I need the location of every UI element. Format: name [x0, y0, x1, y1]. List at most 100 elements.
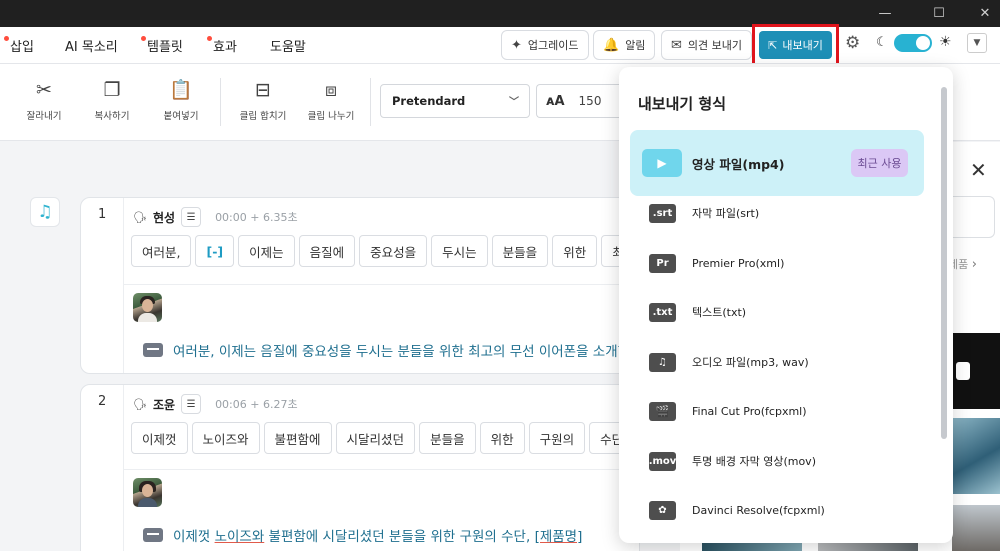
clip-gutter [123, 385, 124, 551]
word-chip[interactable]: 이제는 [238, 235, 295, 267]
copy-icon: ❐ [103, 79, 121, 101]
menu-effects[interactable]: 효과 [207, 36, 237, 55]
word-chip[interactable]: 분들을 [419, 422, 476, 454]
srt-file-icon: .srt [649, 203, 676, 223]
chevron-down-icon[interactable]: ▼ [967, 33, 987, 53]
cut-button[interactable]: ✂ 잘라내기 [12, 78, 76, 122]
sparkle-icon: ✦ [511, 37, 522, 53]
speaker-name[interactable]: 조윤 [153, 396, 175, 413]
subtitle-line[interactable]: 여러분, 이제는 음질에 중요성을 두시는 분들을 위한 최고의 무선 이어폰을… [143, 340, 630, 360]
export-option-label: 투명 배경 자막 영상(mov) [692, 455, 816, 468]
theme-toggle[interactable] [894, 34, 932, 52]
subtitle-highlight: 노이즈와 [214, 529, 265, 545]
mail-icon: ✉ [671, 37, 682, 53]
word-chip[interactable]: 불편함에 [263, 422, 332, 454]
menu-insert[interactable]: 삽입 [4, 36, 34, 55]
word-chip[interactable]: 중요성을 [359, 235, 428, 267]
copy-button[interactable]: ❐ 복사하기 [80, 78, 144, 122]
sun-icon: ☀ [939, 34, 952, 50]
sliders-icon[interactable]: ☰ [181, 207, 202, 227]
video-thumbnail[interactable] [952, 418, 1000, 494]
subtitle-segment: 불편함에 시달리셨던 분들을 위한 구원의 수단, [264, 529, 535, 545]
paste-button[interactable]: 📋 붙여넣기 [149, 78, 213, 122]
video-thumbnail[interactable] [952, 505, 1000, 551]
subtitle-icon [143, 343, 163, 357]
font-size-select[interactable]: ᴀA 150 [536, 84, 620, 118]
word-chips: 이제껏 노이즈와 불편함에 시달리셨던 분들을 위한 구원의 수단, [131, 422, 639, 454]
speaker-icon: 🗣 [133, 210, 147, 224]
cut-label: 잘라내기 [26, 111, 62, 122]
scissors-icon: ✂ [36, 79, 52, 101]
moon-icon: ☾ [876, 35, 888, 50]
split-clip-button[interactable]: ⧈ 클립 나누기 [299, 78, 363, 122]
word-chip[interactable]: 분들을 [491, 235, 549, 267]
export-option-label: 자막 파일(srt) [692, 207, 760, 220]
subtitle-line[interactable]: 이제껏 노이즈와 불편함에 시달리셨던 분들을 위한 구원의 수단, [제품명] [143, 525, 582, 545]
menu-help[interactable]: 도움말 [270, 36, 306, 55]
word-chip[interactable]: 두시는 [431, 235, 488, 267]
copy-label: 복사하기 [94, 111, 130, 122]
davinci-resolve-icon: ✿ [649, 500, 676, 520]
speaker-name[interactable]: 현성 [153, 209, 175, 226]
export-option-label: Davinci Resolve(fcpxml) [692, 503, 825, 517]
subtitle-segment: 이제껏 [173, 529, 215, 545]
export-option-davinci[interactable]: ✿ Davinci Resolve(fcpxml) [630, 477, 924, 543]
alerts-button[interactable]: 🔔 알림 [593, 30, 656, 60]
close-icon[interactable]: ✕ [970, 158, 987, 182]
clipboard-icon: 📋 [169, 79, 193, 101]
upgrade-button[interactable]: ✦ 업그레이드 [501, 30, 589, 60]
export-icon: ⇱ [768, 38, 778, 52]
close-icon[interactable]: ✕ [962, 0, 1000, 27]
merge-icon: ⊟ [255, 79, 271, 101]
scrollbar[interactable] [941, 87, 947, 439]
clip-number: 2 [98, 394, 107, 409]
menu-effects-label: 효과 [213, 40, 237, 55]
word-chip[interactable]: 위한 [552, 235, 598, 267]
subtitle-icon [143, 528, 163, 542]
word-chip[interactable]: 여러분, [131, 235, 192, 267]
font-size-icon: ᴀA [546, 93, 565, 109]
split-clip-label: 클립 나누기 [307, 111, 355, 122]
subtitle-text: 여러분, 이제는 음질에 중요성을 두시는 분들을 위한 최고의 무선 이어폰을… [173, 344, 631, 360]
toolbar-divider [370, 78, 371, 126]
sliders-icon[interactable]: ☰ [181, 394, 202, 414]
bell-icon: 🔔 [603, 37, 620, 53]
clip-card[interactable]: 2 🗣 조윤 ☰ 00:06 + 6.27초 이제껏 노이즈와 불편함에 시달리… [80, 384, 640, 551]
minimize-icon[interactable]: — [862, 0, 908, 27]
pause-tag-chip[interactable]: [-] [195, 235, 235, 267]
export-button[interactable]: ⇱ 내보내기 [759, 31, 832, 59]
feedback-label: 의견 보내기 [687, 39, 743, 52]
export-option-label: 오디오 파일(mp3, wav) [692, 356, 809, 369]
word-chip[interactable]: 음질에 [298, 235, 356, 267]
font-select[interactable]: Pretendard ﹀ [380, 84, 530, 118]
chevron-right-icon[interactable]: › [972, 257, 977, 272]
subtitle-text: 이제껏 노이즈와 불편함에 시달리셨던 분들을 위한 구원의 수단, [제품명] [173, 525, 582, 545]
word-chip[interactable]: 구원의 [528, 422, 586, 454]
word-chips: 여러분, [-] 이제는 음질에 중요성을 두시는 분들을 위한 최고 [131, 235, 639, 267]
menu-ai-voice[interactable]: AI 목소리 [65, 36, 118, 55]
toolbar-divider [220, 78, 221, 126]
word-chip[interactable]: 노이즈와 [191, 422, 260, 454]
clip-card[interactable]: 1 🗣 현성 ☰ 00:00 + 6.35초 여러분, [-] 이제는 음질에 … [80, 197, 640, 374]
split-icon: ⧈ [324, 79, 338, 101]
word-chip[interactable]: 시달리셨던 [335, 422, 416, 454]
paste-label: 붙여넣기 [163, 111, 199, 122]
gear-icon[interactable]: ⚙ [845, 33, 860, 53]
font-size-value: 150 [578, 94, 602, 108]
window-title-bar: — ☐ ✕ [0, 0, 1000, 27]
word-chip[interactable]: 위한 [479, 422, 525, 454]
music-note-icon[interactable]: ♫ [30, 197, 60, 227]
avatar[interactable] [133, 478, 162, 507]
font-select-value: Pretendard [392, 94, 466, 108]
feedback-button[interactable]: ✉ 의견 보내기 [661, 30, 753, 60]
merge-clip-button[interactable]: ⊟ 클립 합치기 [231, 78, 295, 122]
avatar[interactable] [133, 293, 162, 322]
export-label: 내보내기 [782, 39, 823, 52]
maximize-icon[interactable]: ☐ [916, 0, 962, 27]
recent-badge: 최근 사용 [851, 149, 908, 177]
merge-clip-label: 클립 합치기 [239, 111, 287, 122]
menu-template[interactable]: 템플릿 [141, 36, 183, 55]
word-chip[interactable]: 이제껏 [131, 422, 188, 454]
menu-template-label: 템플릿 [147, 40, 183, 55]
video-thumbnail[interactable] [952, 333, 1000, 409]
